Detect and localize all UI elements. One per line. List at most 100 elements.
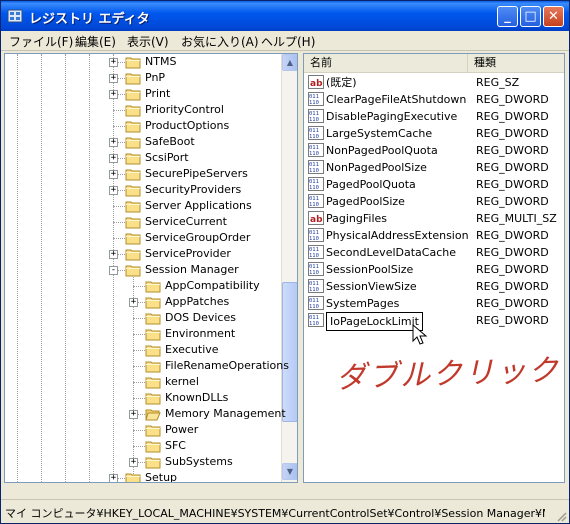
folder-icon <box>125 73 141 85</box>
svg-text:110: 110 <box>309 168 319 174</box>
value-row[interactable]: 011 110 LargeSystemCache REG_DWORD <box>304 125 564 142</box>
expand-toggle-icon[interactable]: + <box>109 170 118 179</box>
expand-toggle-icon[interactable]: + <box>109 138 118 147</box>
key-tree-pane[interactable]: ▲ ▼ + NTMS + PnP + Print PriorityControl Produc… <box>4 53 298 483</box>
value-row[interactable]: ab (既定) REG_SZ <box>304 74 564 91</box>
tree-item[interactable]: kernel <box>5 374 281 390</box>
tree-item[interactable]: FileRenameOperations <box>5 358 289 374</box>
expand-toggle-icon[interactable]: + <box>109 250 118 259</box>
tree-item[interactable]: KnownDLLs <box>5 390 281 406</box>
title-bar[interactable]: レジストリ エディタ _ □ ✕ <box>1 1 569 31</box>
expand-toggle-icon[interactable]: + <box>109 90 118 99</box>
expand-toggle-icon[interactable]: + <box>109 58 118 67</box>
scroll-thumb[interactable] <box>282 282 297 422</box>
folder-icon <box>145 345 161 357</box>
tree-item-label: Server Applications <box>145 199 252 212</box>
tree-item[interactable]: + SecurityProviders <box>5 182 281 198</box>
tree-item[interactable]: + SubSystems <box>5 454 281 470</box>
tree-item[interactable]: ServiceGroupOrder <box>5 230 281 246</box>
binary-value-icon: 011110 <box>308 194 324 208</box>
tree-item[interactable]: + Print <box>5 86 281 102</box>
value-type: REG_DWORD <box>476 314 549 327</box>
tree-item[interactable]: AppCompatibility <box>5 278 281 294</box>
value-type: REG_DWORD <box>476 263 549 276</box>
menu-favorites[interactable]: お気に入り(A) <box>181 33 259 50</box>
tree-item-label: ServiceGroupOrder <box>145 231 251 244</box>
folder-icon <box>125 137 141 149</box>
value-row[interactable]: 011 110 SecondLevelDataCache REG_DWORD <box>304 244 564 261</box>
tree-branch-line <box>133 430 145 431</box>
value-row[interactable]: 011 110 SessionViewSize REG_DWORD <box>304 278 564 295</box>
tree-item[interactable]: + PnP <box>5 70 281 86</box>
tree-item-label: ServiceCurrent <box>145 215 227 228</box>
maximize-button[interactable]: □ <box>520 6 541 27</box>
tree-item[interactable]: DOS Devices <box>5 310 281 326</box>
tree-item[interactable]: + SecurePipeServers <box>5 166 281 182</box>
window-title: レジストリ エディタ <box>29 12 150 27</box>
value-name: SessionPoolSize <box>326 263 414 276</box>
tree-branch-line <box>113 110 125 111</box>
menu-file[interactable]: ファイル(F) <box>9 33 73 50</box>
value-row[interactable]: 011 110 ClearPageFileAtShutdown REG_DWORD <box>304 91 564 108</box>
expand-toggle-icon[interactable]: + <box>129 458 138 467</box>
menu-help[interactable]: ヘルプ(H) <box>261 33 315 50</box>
svg-text:110: 110 <box>309 304 319 310</box>
tree-item[interactable]: Executive <box>5 342 281 358</box>
expand-toggle-icon[interactable]: + <box>109 474 118 482</box>
expand-toggle-icon[interactable]: + <box>129 410 138 419</box>
tree-item[interactable]: - Session Manager <box>5 262 281 278</box>
value-row[interactable]: 011 110 NonPagedPoolSize REG_DWORD <box>304 159 564 176</box>
resize-grip-icon[interactable] <box>555 510 567 522</box>
value-row[interactable]: 011 110 DisablePagingExecutive REG_DWORD <box>304 108 564 125</box>
value-row[interactable]: 011 110 PagedPoolQuota REG_DWORD <box>304 176 564 193</box>
tree-item[interactable]: + Memory Management <box>5 406 286 422</box>
value-type: REG_DWORD <box>476 144 549 157</box>
tree-branch-line <box>133 446 145 447</box>
value-row[interactable]: 011 110 PhysicalAddressExtension REG_DWORD <box>304 227 564 244</box>
tree-item[interactable]: ServiceCurrent <box>5 214 281 230</box>
tree-item[interactable]: + SafeBoot <box>5 134 281 150</box>
value-row[interactable]: 011 110 IoPageLockLimit REG_DWORD <box>304 312 564 331</box>
tree-item[interactable]: ProductOptions <box>5 118 281 134</box>
value-list-pane[interactable]: 名前 種類 ab (既定) REG_SZ 011 110 ClearPageFileAtS… <box>303 53 565 483</box>
column-header-name[interactable]: 名前 <box>304 54 468 73</box>
value-row[interactable]: 011 110 SessionPoolSize REG_DWORD <box>304 261 564 278</box>
menu-view[interactable]: 表示(V) <box>127 33 169 50</box>
tree-item[interactable]: PriorityControl <box>5 102 281 118</box>
binary-value-icon: 011110 <box>308 160 324 174</box>
tree-item[interactable]: SFC <box>5 438 281 454</box>
svg-text:110: 110 <box>309 287 319 293</box>
tree-item[interactable]: + Setup <box>5 470 281 482</box>
tree-item[interactable]: + AppPatches <box>5 294 281 310</box>
close-button[interactable]: ✕ <box>543 6 564 27</box>
value-row[interactable]: 011 110 PagedPoolSize REG_DWORD <box>304 193 564 210</box>
tree-item[interactable]: + ScsiPort <box>5 150 281 166</box>
tree-item[interactable]: Power <box>5 422 281 438</box>
value-name: NonPagedPoolSize <box>326 161 427 174</box>
folder-icon <box>145 377 161 389</box>
tree-item-label: NTMS <box>145 55 177 68</box>
minimize-button[interactable]: _ <box>497 6 518 27</box>
value-row[interactable]: ab PagingFiles REG_MULTI_SZ <box>304 210 564 227</box>
folder-icon <box>145 313 161 325</box>
column-header-type[interactable]: 種類 <box>468 54 564 73</box>
expand-toggle-icon[interactable]: + <box>109 74 118 83</box>
tree-branch-line <box>113 222 125 223</box>
tree-item[interactable]: Server Applications <box>5 198 281 214</box>
tree-branch-line <box>133 350 145 351</box>
tree-item-label: Environment <box>165 327 236 340</box>
tree-item[interactable]: + ServiceProvider <box>5 246 281 262</box>
value-row[interactable]: 011 110 NonPagedPoolQuota REG_DWORD <box>304 142 564 159</box>
tree-item[interactable]: Environment <box>5 326 281 342</box>
binary-value-icon: 011110 <box>308 143 324 157</box>
scroll-down-button[interactable]: ▼ <box>282 463 297 480</box>
menu-edit[interactable]: 編集(E) <box>75 33 116 50</box>
expand-toggle-icon[interactable]: + <box>109 154 118 163</box>
scroll-up-button[interactable]: ▲ <box>282 54 297 71</box>
collapse-toggle-icon[interactable]: - <box>109 266 118 275</box>
tree-branch-line <box>133 318 145 319</box>
value-row[interactable]: 011 110 SystemPages REG_DWORD <box>304 295 564 312</box>
tree-item[interactable]: + NTMS <box>5 54 281 70</box>
expand-toggle-icon[interactable]: + <box>109 186 118 195</box>
expand-toggle-icon[interactable]: + <box>129 298 138 307</box>
